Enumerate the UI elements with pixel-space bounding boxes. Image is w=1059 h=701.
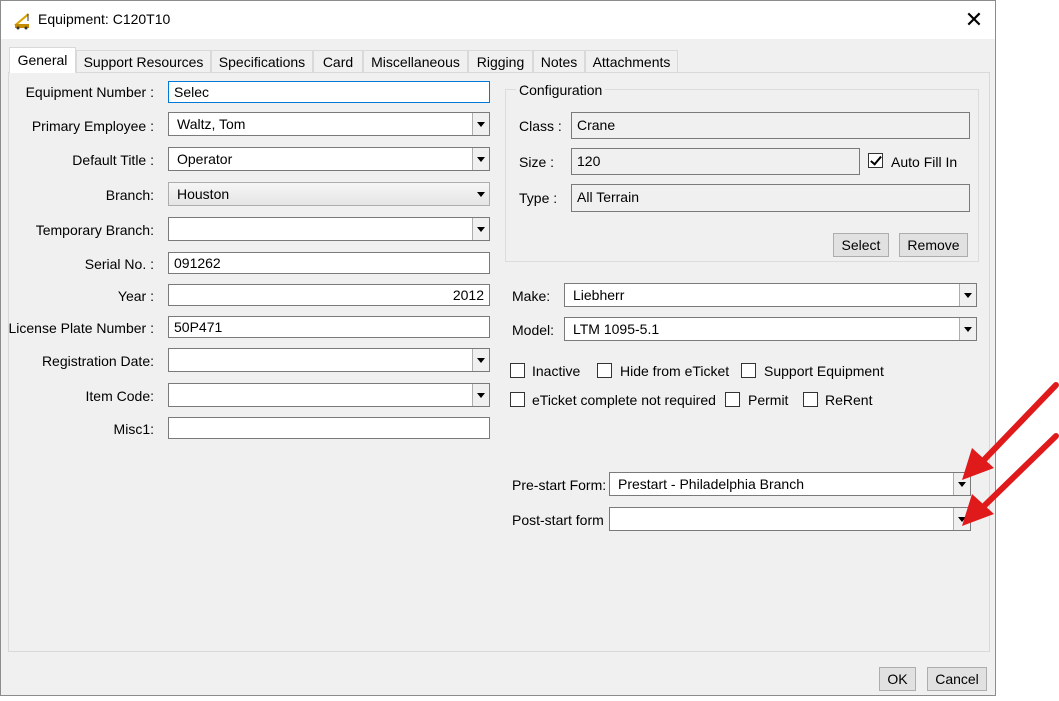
equipment-number-input[interactable]: Selec [168,81,490,103]
inactive-label: Inactive [532,363,581,379]
chevron-down-icon[interactable] [959,318,976,340]
chevron-down-icon[interactable] [959,284,976,306]
prestart-dropdown[interactable]: Prestart - Philadelphia Branch [609,472,971,496]
license-plate-input[interactable]: 50P471 [168,316,490,338]
auto-fill-checkbox[interactable] [868,153,883,168]
branch-dropdown[interactable]: Houston [168,182,490,206]
support-equipment-label: Support Equipment [764,363,884,379]
auto-fill-label: Auto Fill In [891,154,958,170]
eticket-not-required-checkbox[interactable] [510,392,525,407]
license-plate-label: License Plate Number : [8,320,154,336]
chevron-down-icon[interactable] [472,218,489,240]
red-arrow-icon [962,433,1059,526]
tab-miscellaneous[interactable]: Miscellaneous [363,50,468,72]
cancel-button[interactable]: Cancel [927,667,987,691]
temporary-branch-label: Temporary Branch: [35,222,154,238]
tab-attachments[interactable]: Attachments [585,50,678,72]
size-field: 120 [571,148,860,175]
item-code-dropdown[interactable] [168,383,490,407]
tab-general[interactable]: General [9,47,76,73]
hide-eticket-label: Hide from eTicket [620,363,730,379]
model-value: LTM 1095-5.1 [573,321,660,337]
crane-icon [14,13,29,30]
configuration-title: Configuration [516,82,606,98]
default-title-value: Operator [177,151,233,167]
ok-button[interactable]: OK [879,667,916,691]
primary-employee-label: Primary Employee : [31,118,154,134]
year-input[interactable]: 2012 [168,284,490,306]
class-field: Crane [571,112,970,139]
year-label: Year : [117,288,154,304]
make-value: Liebherr [573,287,625,303]
type-label: Type : [519,190,558,206]
tab-card[interactable]: Card [313,50,363,72]
title-bar: Equipment: C120T10 ✕ [1,1,995,39]
permit-checkbox[interactable] [725,392,740,407]
hide-eticket-checkbox[interactable] [597,363,612,378]
chevron-down-icon[interactable] [472,349,489,371]
serial-no-input[interactable]: 091262 [168,252,490,274]
prestart-label: Pre-start Form: [512,477,607,493]
default-title-dropdown[interactable]: Operator [168,147,490,171]
permit-label: Permit [748,392,789,408]
rerent-label: ReRent [825,392,873,408]
size-label: Size : [519,154,555,170]
equipment-dialog: Equipment: C120T10 ✕ General Support Res… [0,0,996,696]
close-icon[interactable]: ✕ [959,5,989,35]
tab-rigging[interactable]: Rigging [468,50,533,72]
make-dropdown[interactable]: Liebherr [564,283,977,307]
support-equipment-checkbox[interactable] [741,363,756,378]
make-label: Make: [512,288,551,304]
default-title-label: Default Title : [72,152,154,168]
annotation-arrows [962,382,1059,526]
rerent-checkbox[interactable] [803,392,818,407]
model-dropdown[interactable]: LTM 1095-5.1 [564,317,977,341]
primary-employee-dropdown[interactable]: Waltz, Tom [168,112,490,136]
chevron-down-icon[interactable] [473,183,489,205]
chevron-down-icon[interactable] [472,113,489,135]
window-title: Equipment: C120T10 [38,11,171,27]
prestart-value: Prestart - Philadelphia Branch [618,476,804,492]
tab-support-resources[interactable]: Support Resources [76,50,211,72]
equipment-number-label: Equipment Number : [25,84,154,100]
inactive-checkbox[interactable] [510,363,525,378]
misc1-label: Misc1: [113,421,154,437]
misc1-input[interactable] [168,417,490,439]
branch-label: Branch: [105,187,154,203]
type-field: All Terrain [571,184,970,212]
item-code-label: Item Code: [85,388,154,404]
poststart-label: Post-start form [512,512,604,528]
primary-employee-value: Waltz, Tom [177,116,246,132]
registration-date-label: Registration Date: [41,353,154,369]
red-arrow-icon [962,382,1059,480]
serial-no-label: Serial No. : [84,256,154,272]
chevron-down-icon[interactable] [472,148,489,170]
tab-specifications[interactable]: Specifications [211,50,313,72]
tab-notes[interactable]: Notes [533,50,585,72]
poststart-dropdown[interactable] [609,507,971,531]
remove-button[interactable]: Remove [899,233,968,257]
registration-date-dropdown[interactable] [168,348,490,372]
chevron-down-icon[interactable] [472,384,489,406]
class-label: Class : [519,118,562,134]
temporary-branch-dropdown[interactable] [168,217,490,241]
model-label: Model: [512,322,555,338]
branch-value: Houston [177,186,230,202]
eticket-not-required-label: eTicket complete not required [532,392,716,408]
select-button[interactable]: Select [833,233,889,257]
